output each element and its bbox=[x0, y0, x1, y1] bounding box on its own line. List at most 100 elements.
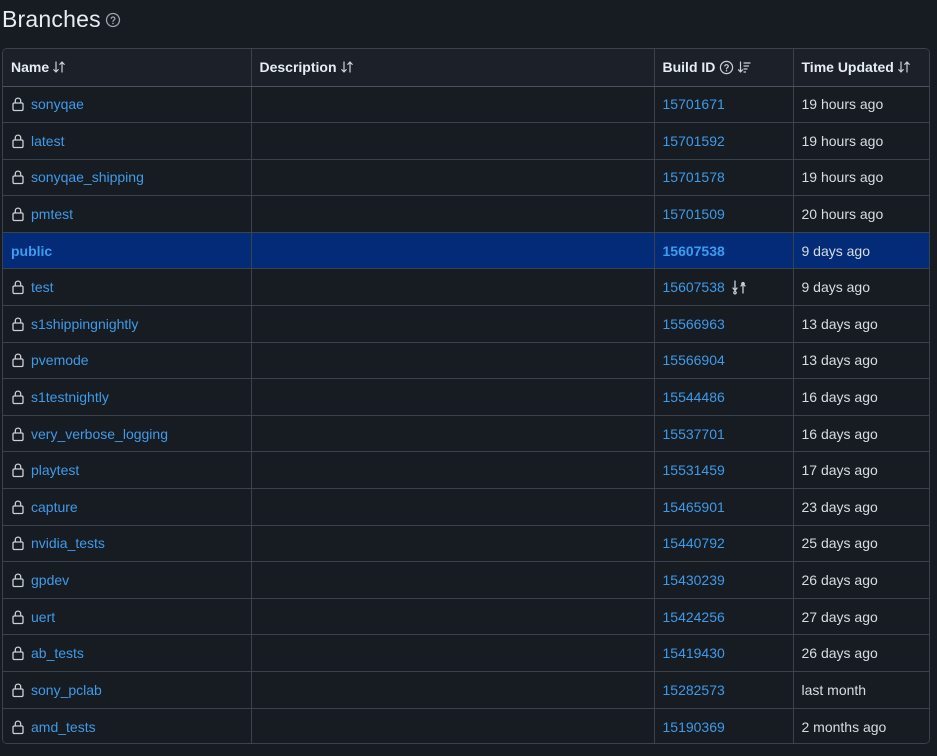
sort-descending-icon[interactable] bbox=[737, 60, 751, 74]
lock-icon bbox=[11, 682, 25, 698]
build-id-link[interactable]: 15531459 bbox=[663, 462, 725, 478]
time-updated-cell: 26 days ago bbox=[793, 634, 929, 672]
build-id-link[interactable]: 15190369 bbox=[663, 719, 725, 735]
build-id-link[interactable]: 15419430 bbox=[663, 645, 725, 661]
branches-table-container: Name Description Build ID Time Updated s… bbox=[2, 48, 930, 744]
branch-name-link[interactable]: very_verbose_logging bbox=[31, 426, 168, 442]
table-row[interactable]: latest 15701592 19 hours ago bbox=[3, 122, 929, 160]
branch-name-link[interactable]: gpdev bbox=[31, 572, 69, 588]
branch-name-link[interactable]: capture bbox=[31, 499, 78, 515]
table-row[interactable]: capture 15465901 23 days ago bbox=[3, 488, 929, 526]
build-id-link[interactable]: 15701592 bbox=[663, 133, 725, 149]
branch-description-cell bbox=[251, 268, 655, 307]
sort-arrows-icon[interactable] bbox=[897, 60, 911, 74]
build-id-link[interactable]: 15566963 bbox=[663, 316, 725, 332]
table-row[interactable]: pmtest 15701509 20 hours ago bbox=[3, 195, 929, 233]
column-header-build-id[interactable]: Build ID bbox=[654, 49, 794, 87]
column-header-name[interactable]: Name bbox=[3, 49, 252, 87]
build-id-link[interactable]: 15282573 bbox=[663, 682, 725, 698]
branch-description-cell bbox=[251, 378, 655, 416]
lock-icon bbox=[11, 279, 25, 295]
table-row[interactable]: pvemode 15566904 13 days ago bbox=[3, 342, 929, 380]
table-row[interactable]: test 15607538 9 days ago bbox=[3, 268, 929, 307]
build-id-link[interactable]: 15544486 bbox=[663, 389, 725, 405]
build-id-link[interactable]: 15440792 bbox=[663, 535, 725, 551]
build-id-link[interactable]: 15537701 bbox=[663, 426, 725, 442]
build-id-cell: 15419430 bbox=[654, 634, 794, 672]
lock-icon bbox=[11, 316, 25, 332]
branch-name-cell: s1testnightly bbox=[3, 378, 252, 416]
build-id-cell: 15190369 bbox=[654, 708, 794, 743]
table-row[interactable]: playtest 15531459 17 days ago bbox=[3, 451, 929, 490]
branch-name-link[interactable]: sonyqae bbox=[31, 96, 84, 112]
question-circle-icon[interactable] bbox=[719, 60, 734, 75]
lock-icon bbox=[11, 462, 25, 478]
branch-name-link[interactable]: playtest bbox=[31, 462, 79, 478]
branch-name-link[interactable]: sonyqae_shipping bbox=[31, 169, 144, 185]
build-id-link[interactable]: 15701509 bbox=[663, 206, 725, 222]
table-header-row: Name Description Build ID Time Updated bbox=[3, 49, 929, 87]
branch-name-link[interactable]: latest bbox=[31, 133, 64, 149]
branch-name-link[interactable]: ab_tests bbox=[31, 645, 84, 661]
table-row[interactable]: very_verbose_logging 15537701 16 days ago bbox=[3, 415, 929, 453]
branch-name-link[interactable]: pvemode bbox=[31, 352, 89, 368]
build-id-cell: 15424256 bbox=[654, 598, 794, 636]
branch-description-cell bbox=[251, 122, 655, 160]
table-row[interactable]: uert 15424256 27 days ago bbox=[3, 598, 929, 636]
time-updated-cell: 2 months ago bbox=[793, 708, 929, 743]
branch-name-link[interactable]: uert bbox=[31, 609, 55, 625]
build-id-link[interactable]: 15424256 bbox=[663, 609, 725, 625]
branch-name-cell: capture bbox=[3, 488, 252, 526]
branch-description-cell bbox=[251, 598, 655, 636]
build-id-cell: 15701671 bbox=[654, 86, 794, 124]
column-header-time-updated-label: Time Updated bbox=[801, 59, 894, 76]
time-updated-cell: 13 days ago bbox=[793, 342, 929, 380]
build-id-link[interactable]: 15566904 bbox=[663, 352, 725, 368]
build-id-link[interactable]: 15607538 bbox=[663, 243, 725, 259]
build-id-link[interactable]: 15465901 bbox=[663, 499, 725, 515]
build-id-link[interactable]: 15430239 bbox=[663, 572, 725, 588]
table-row[interactable]: s1shippingnightly 15566963 13 days ago bbox=[3, 305, 929, 343]
build-id-cell: 15465901 bbox=[654, 488, 794, 526]
question-circle-icon[interactable] bbox=[105, 12, 121, 28]
table-row[interactable]: sonyqae_shipping 15701578 19 hours ago bbox=[3, 159, 929, 197]
lock-icon bbox=[11, 352, 25, 368]
build-id-cell: 15701578 bbox=[654, 159, 794, 197]
table-row[interactable]: gpdev 15430239 26 days ago bbox=[3, 561, 929, 599]
branch-description-cell bbox=[251, 232, 655, 270]
branch-name-link[interactable]: sony_pclab bbox=[31, 682, 102, 698]
branch-description-cell bbox=[251, 671, 655, 709]
branch-description-cell bbox=[251, 525, 655, 563]
branch-name-link[interactable]: s1testnightly bbox=[31, 389, 109, 405]
branch-name-cell: ab_tests bbox=[3, 634, 252, 672]
build-id-link[interactable]: 15607538 bbox=[663, 279, 725, 295]
build-id-link[interactable]: 15701671 bbox=[663, 96, 725, 112]
branch-name-link[interactable]: pmtest bbox=[31, 206, 73, 222]
branch-name-link[interactable]: s1shippingnightly bbox=[31, 316, 138, 332]
branch-name-cell: public bbox=[3, 232, 252, 270]
branch-name-link[interactable]: nvidia_tests bbox=[31, 535, 105, 551]
table-row[interactable]: ab_tests 15419430 26 days ago bbox=[3, 634, 929, 672]
column-header-time-updated[interactable]: Time Updated bbox=[793, 49, 929, 87]
branch-name-link[interactable]: amd_tests bbox=[31, 719, 96, 735]
column-header-description[interactable]: Description bbox=[251, 49, 655, 87]
build-id-cell: 15607538 bbox=[654, 232, 794, 270]
table-row[interactable]: sonyqae 15701671 19 hours ago bbox=[3, 86, 929, 124]
time-updated-cell: 27 days ago bbox=[793, 598, 929, 636]
lock-icon bbox=[11, 169, 25, 185]
table-row[interactable]: s1testnightly 15544486 16 days ago bbox=[3, 378, 929, 416]
time-updated-cell: 19 hours ago bbox=[793, 122, 929, 160]
branch-name-cell: pmtest bbox=[3, 195, 252, 233]
time-updated-cell: 13 days ago bbox=[793, 305, 929, 343]
branch-name-link[interactable]: test bbox=[31, 279, 54, 295]
sort-arrows-icon[interactable] bbox=[52, 60, 66, 74]
build-id-link[interactable]: 15701578 bbox=[663, 169, 725, 185]
branch-name-cell: s1shippingnightly bbox=[3, 305, 252, 343]
table-row[interactable]: public 15607538 9 days ago bbox=[3, 232, 929, 270]
sort-arrows-icon[interactable] bbox=[340, 60, 354, 74]
table-row[interactable]: nvidia_tests 15440792 25 days ago bbox=[3, 525, 929, 563]
table-row[interactable]: sony_pclab 15282573 last month bbox=[3, 671, 929, 709]
branch-description-cell bbox=[251, 342, 655, 380]
branch-name-link[interactable]: public bbox=[11, 243, 52, 259]
table-row[interactable]: amd_tests 15190369 2 months ago bbox=[3, 708, 929, 743]
